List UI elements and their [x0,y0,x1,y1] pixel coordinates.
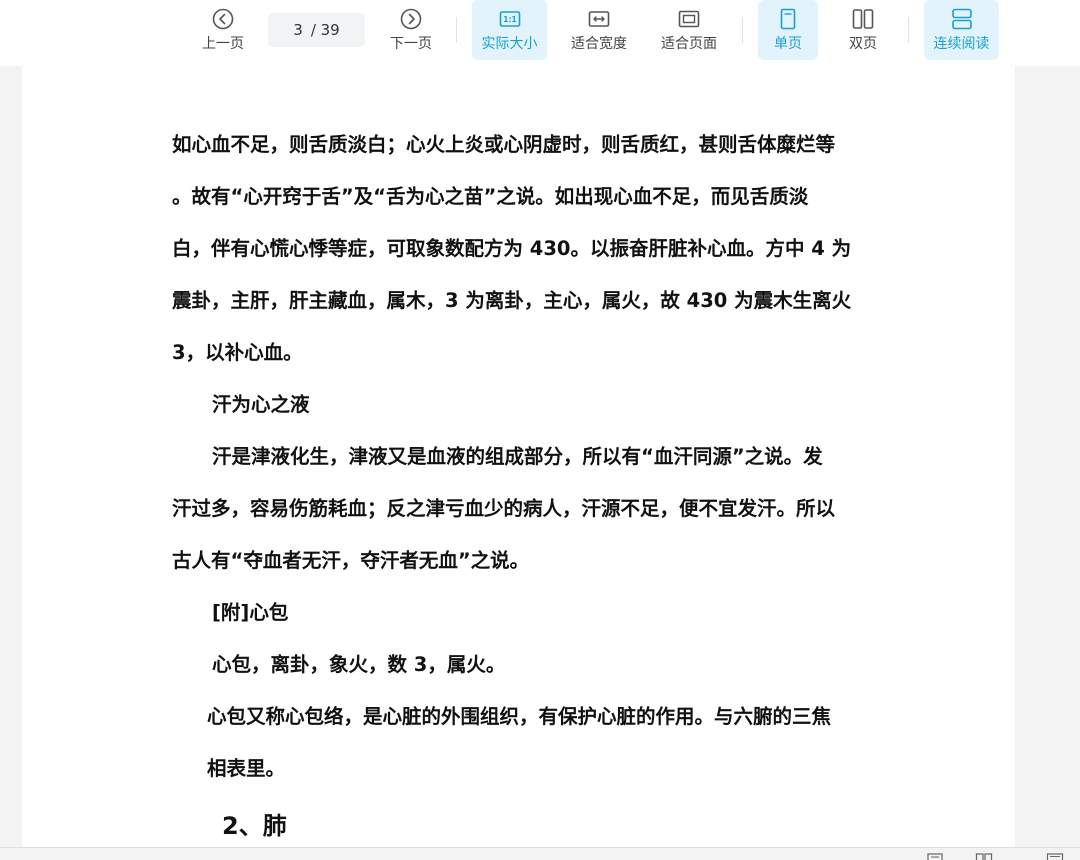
page-total: / 39 [310,21,340,39]
section-heading: 2、肺 [222,812,287,840]
fit-width-icon [587,7,611,31]
body-line: 震卦，主肝，肝主藏血，属木，3 为离卦，主心，属火，故 430 为震木生离火 [172,289,852,312]
one-to-one-icon: 1:1 [498,7,522,31]
document-viewer[interactable]: 如心血不足，则舌质淡白；心火上炎或心阴虚时，则舌质红，甚则舌体糜烂等 。故有“心… [0,66,1080,856]
section-subtitle: [附]心包 [212,601,289,624]
document-page: 如心血不足，则舌质淡白；心火上炎或心阴虚时，则舌质红，甚则舌体糜烂等 。故有“心… [22,66,1015,856]
page-indicator[interactable]: 3 / 39 [268,13,365,47]
body-line: 汗过多，容易伤筋耗血；反之津亏血少的病人，汗源不足，便不宜发汗。所以 [172,497,836,520]
prev-page-button[interactable]: 上一页 [189,0,257,60]
svg-text:1:1: 1:1 [503,15,516,24]
page-current-input[interactable]: 3 [293,21,303,39]
double-page-label: 双页 [849,36,877,52]
continuous-scroll-icon [950,7,974,31]
fit-page-icon [677,7,701,31]
toolbar-divider [456,17,457,43]
continuous-read-button[interactable]: 连续阅读 [924,0,999,60]
body-line: 相表里。 [207,757,286,780]
fit-width-button[interactable]: 适合宽度 [561,0,637,60]
actual-size-label: 实际大小 [481,36,538,52]
body-line: 。故有“心开窍于舌”及“舌为心之苗”之说。如出现心血不足，而见舌质淡 [172,185,809,208]
chevron-right-circle-icon [399,7,423,31]
body-line: 心包又称心包络，是心脏的外围组织，有保护心脏的作用。与六腑的三焦 [207,705,832,728]
section-subtitle: 汗为心之液 [212,393,310,416]
single-page-label: 单页 [774,36,802,52]
single-page-icon [776,7,800,31]
next-page-button[interactable]: 下一页 [377,0,445,60]
body-line: 汗是津液化生，津液又是血液的组成部分，所以有“血汗同源”之说。发 [212,445,823,468]
chevron-left-circle-icon [211,7,235,31]
toolbar-divider [908,17,909,43]
next-page-label: 下一页 [390,36,432,52]
status-bar [0,847,1080,860]
actual-size-button[interactable]: 1:1 实际大小 [472,0,547,60]
body-line: 如心血不足，则舌质淡白；心火上炎或心阴虚时，则舌质红，甚则舌体糜烂等 [172,133,836,156]
fit-page-label: 适合页面 [661,36,717,52]
double-page-button[interactable]: 双页 [833,0,893,60]
double-page-icon [851,7,875,31]
toolbar-divider [742,17,743,43]
reader-toolbar: 上一页 3 / 39 下一页 1:1 实际大小 适合宽度 适合页面 单页 双页 … [0,0,1080,66]
body-line: 白，伴有心慌心悸等症，可取象数配方为 430。以振奋肝脏补心血。方中 4 为 [172,237,852,260]
body-line: 3，以补心血。 [172,341,303,364]
fit-width-label: 适合宽度 [571,36,627,52]
fit-page-button[interactable]: 适合页面 [651,0,727,60]
continuous-read-label: 连续阅读 [933,36,990,52]
body-line: 古人有“夺血者无汗，夺汗者无血”之说。 [172,549,530,572]
prev-page-label: 上一页 [202,36,244,52]
body-line: 心包，离卦，象火，数 3，属火。 [212,653,506,676]
single-page-button[interactable]: 单页 [758,0,818,60]
